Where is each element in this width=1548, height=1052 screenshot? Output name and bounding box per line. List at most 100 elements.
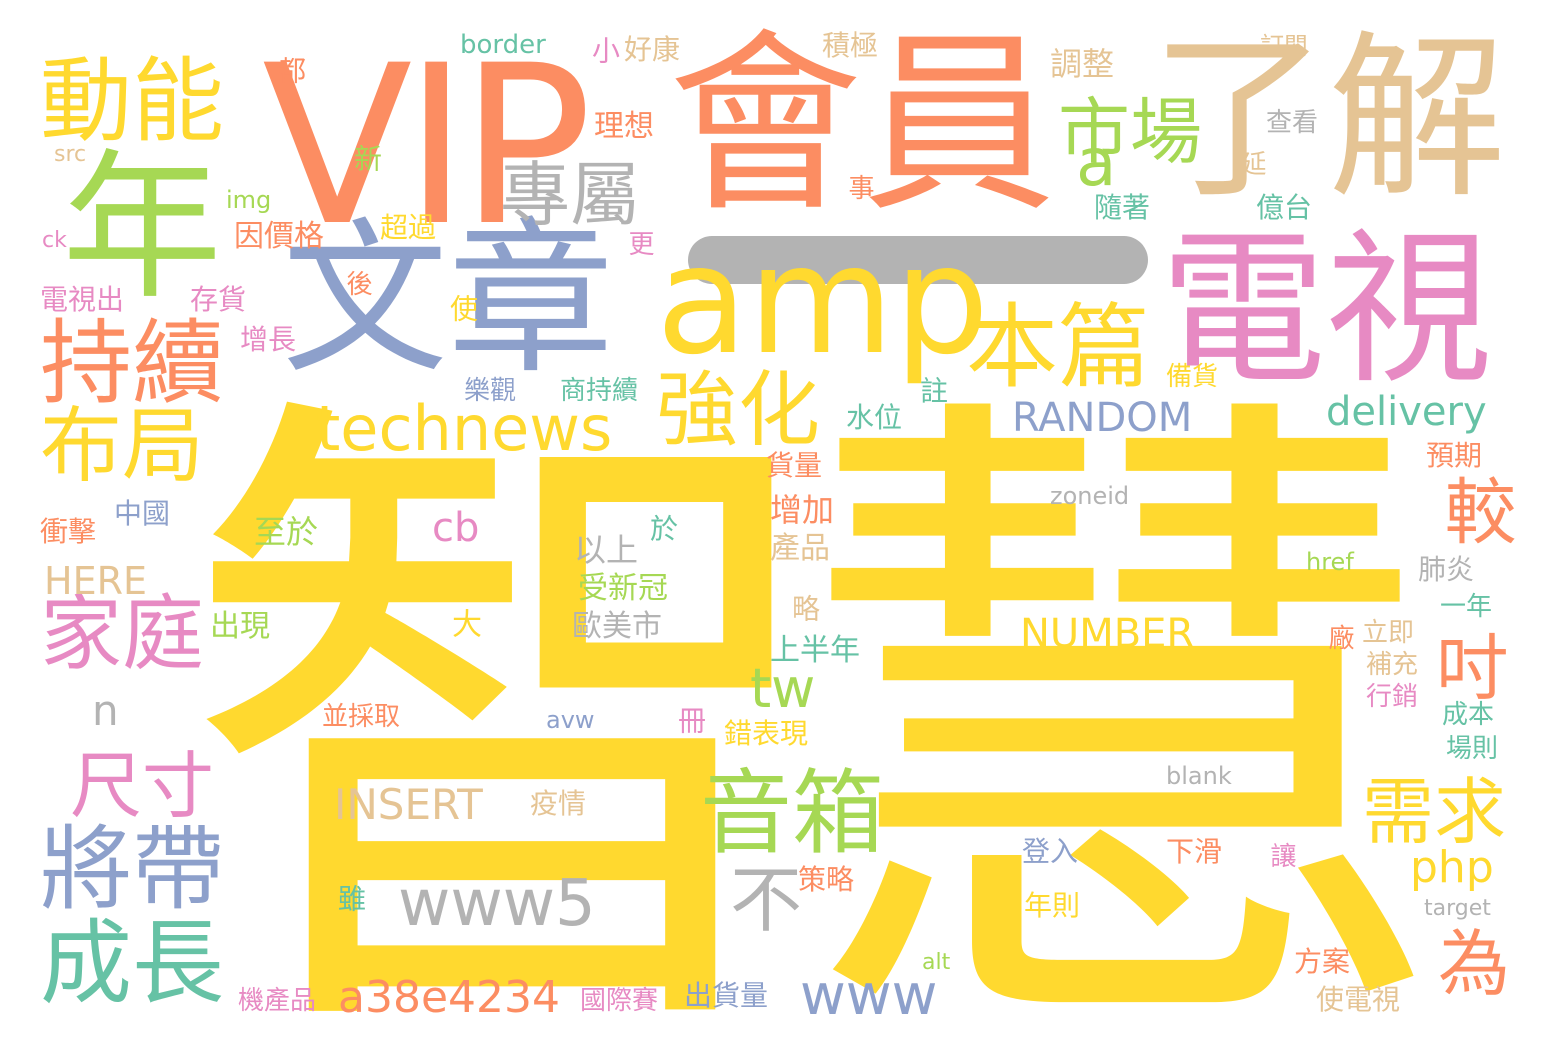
word-jiao: 較	[1432, 474, 1516, 545]
word-benpian: 本篇	[966, 294, 1151, 401]
word-number: NUMBER	[1020, 611, 1195, 657]
word-chanpin: 產品	[770, 531, 830, 566]
word-amp: amp	[656, 214, 990, 388]
word-zhongguo: 中國	[114, 497, 171, 530]
word-xingxiao: 行銷	[1366, 682, 1419, 712]
word-href: href	[1306, 548, 1354, 576]
word-bu: 不	[730, 858, 803, 942]
word-sui: 雖	[334, 884, 367, 912]
word-img: img	[226, 186, 272, 214]
word-haokang: 好康	[624, 33, 681, 66]
word-border: border	[460, 30, 546, 60]
word-random: RANDOM	[1012, 395, 1193, 441]
word-cloud: 智慧 會員 VIP 了解 文章 電視 amp 年 動能 持續 市場 專屬 a 本…	[0, 0, 1548, 1052]
word-denru: 登入	[1022, 835, 1079, 868]
word-a38e4234: a38e4234	[338, 972, 560, 1023]
word-qianghua: 強化	[656, 363, 821, 458]
word-tiaozheng: 調整	[1050, 45, 1115, 83]
word-chengzhang: 成長	[40, 910, 225, 1017]
word-dou: 都	[274, 56, 307, 84]
word-nianze: 年則	[1024, 889, 1081, 922]
word-dianshichu: 電視出	[40, 283, 125, 316]
word-xiao: 小	[588, 36, 621, 64]
word-yitai: 億台	[1256, 191, 1313, 224]
word-shidianshi: 使電視	[1316, 983, 1401, 1016]
word-buchong: 補充	[1366, 650, 1419, 680]
word-zoneid: zoneid	[1050, 482, 1130, 510]
word-jichanpin: 機產品	[238, 986, 317, 1016]
word-chang: 廠	[1324, 624, 1354, 650]
word-yiqing: 疫情	[530, 787, 587, 820]
word-yinian: 一年	[1440, 592, 1493, 622]
word-jiating: 家庭	[40, 587, 205, 682]
word-insert: INSERT	[334, 780, 483, 829]
word-da: 大	[446, 608, 481, 638]
word-www5: www5	[398, 867, 596, 941]
word-shangchixu: 商持續	[560, 376, 639, 406]
word-ck: ck	[42, 228, 67, 253]
word-zhuanshu: 專屬	[500, 154, 640, 236]
word-suizhe: 隨著	[1094, 191, 1151, 224]
word-celue: 策略	[798, 863, 855, 896]
word-chongji: 衝擊	[40, 515, 97, 548]
word-zengjia: 增加	[770, 491, 835, 529]
word-bingcaiqu: 並採取	[322, 702, 401, 732]
word-alt: alt	[922, 950, 951, 975]
word-xiahua: 下滑	[1166, 835, 1223, 868]
word-xuqiu: 需求	[1362, 770, 1507, 854]
word-buju: 布局	[40, 399, 205, 494]
word-dongneng: 動能	[40, 48, 225, 155]
word-rang: 讓	[1266, 842, 1296, 868]
word-chicun: 尺寸	[70, 744, 215, 828]
word-feiyan: 肺炎	[1418, 553, 1475, 586]
word-a: a	[1076, 124, 1117, 201]
word-target: target	[1424, 896, 1491, 921]
word-chixu: 持續	[40, 310, 225, 417]
word-xin: 新	[350, 144, 383, 172]
word-chengben: 成本	[1442, 700, 1495, 730]
word-shi2: 使	[446, 294, 479, 322]
word-hou: 後	[342, 270, 372, 296]
word-leguan: 樂觀	[464, 376, 517, 406]
word-chuxian: 出現	[210, 609, 270, 644]
word-here: HERE	[44, 559, 147, 603]
word-wei: 為	[1438, 922, 1511, 1006]
word-geng: 更	[624, 230, 654, 256]
word-www: www	[800, 963, 938, 1028]
word-shi: 事	[844, 174, 874, 200]
word-tw: tw	[750, 657, 816, 720]
word-yinxiang: 音箱	[700, 760, 885, 867]
word-huoliang: 貨量	[766, 449, 823, 482]
word-yinjiage: 因價格	[234, 219, 324, 254]
word-zhu: 註	[916, 376, 949, 404]
word-oumeishi: 歐美市	[572, 609, 662, 644]
word-lixiang: 理想	[594, 109, 654, 144]
word-jiangdai: 將帶	[40, 816, 225, 923]
word-ce: 冊	[674, 706, 707, 734]
word-cun: 吋	[1436, 626, 1509, 710]
word-yan: 延	[1236, 150, 1266, 176]
word-beihuo: 備貨	[1166, 362, 1219, 392]
word-chakan: 查看	[1266, 108, 1319, 138]
word-chaoguo: 超過	[380, 211, 437, 244]
word-src: src	[54, 142, 87, 167]
word-shouxinguan: 受新冠	[578, 571, 668, 606]
word-jiji: 積極	[822, 29, 879, 62]
word-zhiyu: 至於	[254, 513, 319, 551]
word-yu: 於	[646, 514, 679, 542]
word-shuiwei: 水位	[846, 401, 903, 434]
word-yuqi: 預期	[1426, 439, 1483, 472]
word-cunhuo: 存貨	[190, 283, 247, 316]
word-chuhuoliang: 出貨量	[684, 979, 769, 1012]
word-changze: 場則	[1446, 734, 1499, 764]
word-zengzhang: 增長	[240, 323, 297, 356]
word-n: n	[92, 686, 119, 735]
word-fangan: 方案	[1294, 945, 1351, 978]
word-liji: 立即	[1362, 618, 1415, 648]
word-lue: 略	[788, 594, 821, 622]
word-liaojie: 了解	[1150, 15, 1506, 222]
word-yishang: 以上	[574, 531, 639, 569]
word-shangbannian: 上半年	[770, 633, 860, 668]
word-blank: blank	[1166, 762, 1232, 790]
word-php: php	[1410, 842, 1494, 893]
